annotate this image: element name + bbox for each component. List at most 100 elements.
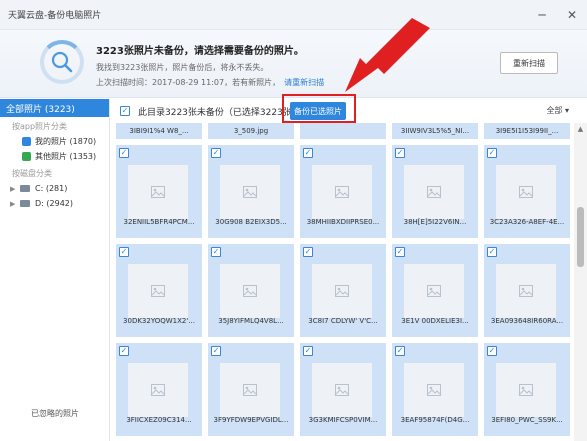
- photo-card[interactable]: 3C8I7 CDLYW' V'C...: [300, 244, 386, 337]
- photo-card[interactable]: 3F9YFDW9EPVGIDL...: [208, 343, 294, 436]
- photo-card[interactable]: 30DK32YOQW1X2'...: [116, 244, 202, 337]
- photo-filename: 3_509.jpg: [233, 127, 269, 135]
- photo-card[interactable]: 3E1V 00DXELIE3I...: [392, 244, 478, 337]
- sidebar-item-all-photos[interactable]: 全部照片 (3223): [0, 99, 109, 117]
- ignored-photos-link[interactable]: 已忽略的照片: [0, 408, 110, 419]
- photo-card[interactable]: 3IBI9I1%4 W8_...: [116, 123, 202, 139]
- window-title: 天翼云盘-备份电脑照片: [8, 11, 102, 21]
- photo-checkbox[interactable]: [487, 148, 497, 158]
- photo-placeholder-icon: [312, 264, 372, 318]
- select-all-checkbox[interactable]: [120, 106, 130, 116]
- chevron-down-icon: ▾: [564, 106, 569, 115]
- photo-placeholder-icon: [128, 363, 188, 417]
- expand-arrow-icon[interactable]: ▶: [10, 185, 20, 193]
- photo-placeholder-icon: [220, 165, 280, 219]
- photo-checkbox[interactable]: [119, 247, 129, 257]
- photo-placeholder-icon: [496, 363, 556, 417]
- app-window: 天翼云盘-备份电脑照片 ─ ✕ 3223张照片未备份，请选择需要备份的照片。 我…: [0, 0, 587, 441]
- photo-checkbox[interactable]: [211, 346, 221, 356]
- image-icon: [22, 152, 31, 161]
- minimize-button[interactable]: ─: [527, 0, 557, 29]
- photo-placeholder-icon: [312, 165, 372, 219]
- filter-label: 全部: [546, 106, 563, 115]
- photo-card[interactable]: [300, 123, 386, 139]
- sidebar-item-label: 我的照片 (1870): [35, 137, 97, 146]
- sidebar-section-app: 按app照片分类: [12, 122, 68, 131]
- scan-logo-icon: [40, 40, 84, 84]
- photo-placeholder-icon: [128, 165, 188, 219]
- sidebar-item-drive-c[interactable]: ▶ C: (281): [0, 181, 109, 196]
- photo-grid: 3IBI9I1%4 W8_... 3_509.jpg 3IIW9IV3L5%5_NI…: [110, 123, 574, 441]
- photo-card[interactable]: 3G3KMIFCSP0VIM...: [300, 343, 386, 436]
- photo-checkbox[interactable]: [395, 148, 405, 158]
- photo-card[interactable]: 30G908 B2EIX3D5...: [208, 145, 294, 238]
- photo-card[interactable]: 32ENIIL5BFR4PCM...: [116, 145, 202, 238]
- photo-checkbox[interactable]: [303, 148, 313, 158]
- photo-filename: 3G3KMIFCSP0VIM...: [308, 416, 378, 424]
- found-subtitle: 我找到3223张照片，照片备份后，将永不丢失。: [96, 63, 269, 72]
- scrollbar-thumb[interactable]: [577, 207, 584, 267]
- expand-arrow-icon[interactable]: ▶: [10, 200, 20, 208]
- photo-checkbox[interactable]: [487, 247, 497, 257]
- photo-card[interactable]: 3EAF95874F(D4G...: [392, 343, 478, 436]
- drive-label: D: (2942): [35, 199, 73, 208]
- photo-checkbox[interactable]: [395, 346, 405, 356]
- sidebar-item-other-photos[interactable]: 其他照片 (1353): [0, 149, 109, 164]
- photo-filename: 35J8YIFMLQ4V8L...: [218, 317, 284, 325]
- scroll-up-icon[interactable]: ▲: [574, 123, 587, 135]
- photo-filename: 3F9YFDW9EPVGIDL...: [213, 416, 289, 424]
- photo-filename: 3EA093648IR60RA...: [490, 317, 564, 325]
- photo-checkbox[interactable]: [303, 247, 313, 257]
- photo-placeholder-icon: [220, 363, 280, 417]
- photo-placeholder-icon: [128, 264, 188, 318]
- photo-filename: 3EAF95874F(D4G...: [400, 416, 470, 424]
- photo-filename: 3E1V 00DXELIE3I...: [401, 317, 469, 325]
- photo-checkbox[interactable]: [119, 346, 129, 356]
- sidebar-item-label: 其他照片 (1353): [35, 152, 97, 161]
- photo-filename: 32ENIIL5BFR4PCM...: [123, 218, 195, 226]
- photo-placeholder-icon: [220, 264, 280, 318]
- sidebar-item-drive-d[interactable]: ▶ D: (2942): [0, 196, 109, 211]
- photo-filename: 3C8I7 CDLYW' V'C...: [308, 317, 378, 325]
- photo-card[interactable]: 3EA093648IR60RA...: [484, 244, 570, 337]
- unbacked-headline: 3223张照片未备份，请选择需要备份的照片。: [96, 46, 304, 57]
- photo-checkbox[interactable]: [395, 247, 405, 257]
- photo-card[interactable]: 3C23A326-A8EF-4E...: [484, 145, 570, 238]
- photo-card[interactable]: 38H[E]5I22V6IN...: [392, 145, 478, 238]
- sidebar-section-disk: 按磁盘分类: [12, 169, 52, 178]
- rescan-button[interactable]: 重新扫描: [500, 52, 558, 74]
- photo-card[interactable]: 3IIW9IV3L5%5_NI...: [392, 123, 478, 139]
- selection-message: 此目录3223张未备份（已选择3223张）: [138, 107, 301, 118]
- photo-card[interactable]: 3I9E5I1I53I99II_...: [484, 123, 570, 139]
- close-button[interactable]: ✕: [557, 0, 587, 29]
- photo-placeholder-icon: [404, 363, 464, 417]
- rescan-link[interactable]: 请重新扫描: [284, 78, 324, 87]
- backup-selected-button[interactable]: 备份已选照片: [290, 102, 346, 120]
- photo-checkbox[interactable]: [119, 148, 129, 158]
- photo-checkbox[interactable]: [211, 148, 221, 158]
- photo-filename: 38H[E]5I22V6IN...: [403, 218, 467, 226]
- photo-card[interactable]: 38MHIIBXDIIPRSE0...: [300, 145, 386, 238]
- sidebar-item-my-photos[interactable]: 我的照片 (1870): [0, 134, 109, 149]
- sidebar: 全部照片 (3223) 按app照片分类 我的照片 (1870) 其他照片 (1…: [0, 99, 110, 441]
- filter-dropdown[interactable]: 全部 ▾: [546, 105, 569, 116]
- photo-filename: 3EFI80_PWC_SS9K...: [491, 416, 563, 424]
- photo-card[interactable]: 3FIICXEZ09C314...: [116, 343, 202, 436]
- photo-card[interactable]: 3_509.jpg: [208, 123, 294, 139]
- photo-checkbox[interactable]: [487, 346, 497, 356]
- photo-filename: 3FIICXEZ09C314...: [126, 416, 192, 424]
- photo-placeholder-icon: [496, 264, 556, 318]
- photo-checkbox[interactable]: [303, 346, 313, 356]
- header-panel: 3223张照片未备份，请选择需要备份的照片。 我找到3223张照片，照片备份后，…: [0, 30, 587, 98]
- photo-filename: 3C23A326-A8EF-4E...: [489, 218, 565, 226]
- toolbar: 此目录3223张未备份（已选择3223张） 备份已选照片 全部 ▾: [110, 94, 587, 123]
- photo-card[interactable]: 35J8YIFMLQ4V8L...: [208, 244, 294, 337]
- photo-filename: 38MHIIBXDIIPRSE0...: [306, 218, 380, 226]
- photo-checkbox[interactable]: [211, 247, 221, 257]
- photo-filename: 30G908 B2EIX3D5...: [215, 218, 287, 226]
- scrollbar[interactable]: ▲: [574, 123, 587, 441]
- photo-card[interactable]: 3EFI80_PWC_SS9K...: [484, 343, 570, 436]
- drive-icon: [20, 185, 30, 192]
- photo-filename: 3I9E5I1I53I99II_...: [495, 127, 559, 135]
- photo-placeholder-icon: [496, 165, 556, 219]
